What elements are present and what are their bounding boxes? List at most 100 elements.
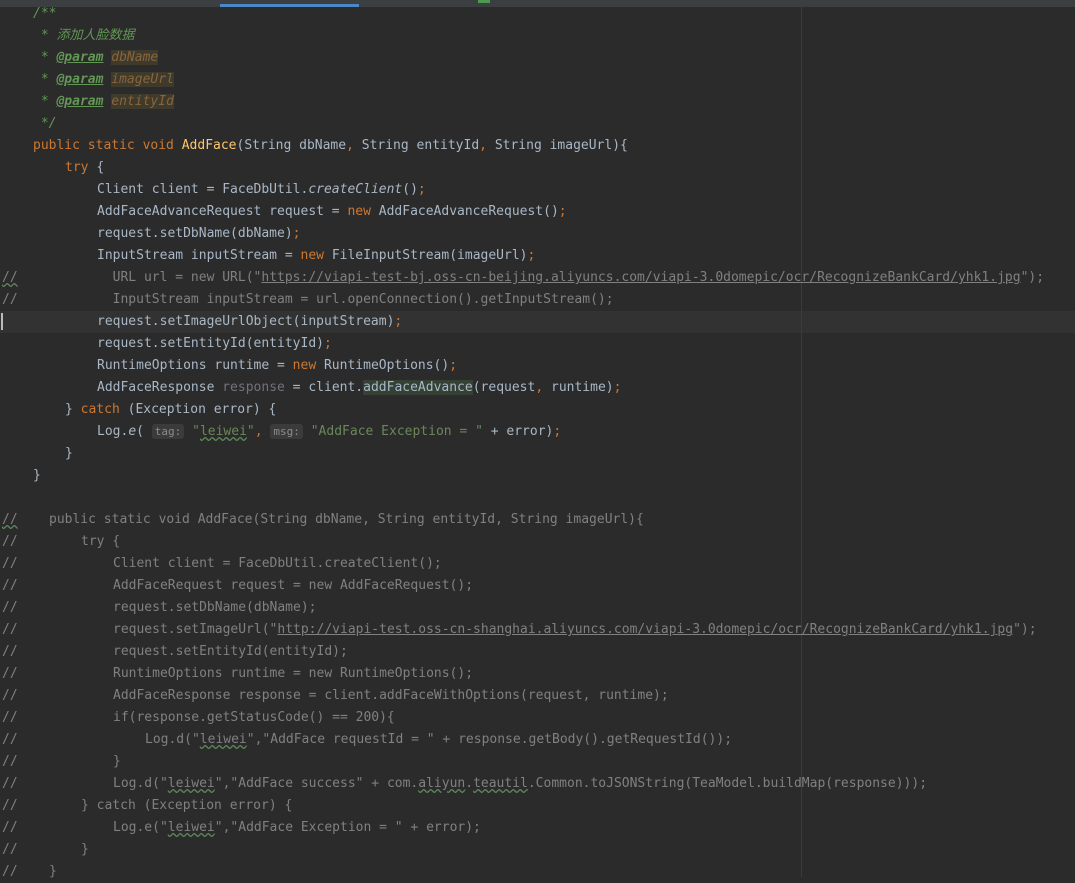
comment-text: try { — [81, 534, 121, 549]
keyword: catch — [80, 402, 128, 417]
code-text: Log. — [97, 424, 129, 439]
code-line[interactable]: * @param entityId — [0, 91, 1075, 113]
semicolon: ; — [417, 182, 426, 197]
comment-gutter: // — [2, 270, 18, 285]
doc-param-tag: @param — [56, 72, 104, 87]
comment-gutter: // — [2, 622, 18, 637]
code-line[interactable]: //} — [0, 861, 1075, 883]
semicolon: ; — [558, 204, 567, 219]
code-line[interactable]: // public static void AddFace(String dbNa… — [0, 509, 1075, 531]
code-line[interactable]: // Client client = FaceDbUtil.createClien… — [0, 553, 1075, 575]
code-line[interactable]: // Log.d("leiwei","AddFace success" + com… — [0, 773, 1075, 795]
code-line[interactable]: AddFaceResponse response = client.addFac… — [0, 377, 1075, 399]
code-line[interactable]: Log.e( tag: "leiwei", msg: "AddFace Exce… — [0, 421, 1075, 443]
highlighted-method: addFaceAdvance — [363, 380, 473, 395]
comment-link[interactable]: http://viapi-test.oss-cn-shanghai.aliyun… — [277, 622, 1013, 637]
code-line[interactable]: * @param dbName — [0, 47, 1075, 69]
code-text: String entityId — [361, 138, 480, 153]
method-name: AddFace — [181, 138, 237, 153]
code-line[interactable]: //} — [0, 751, 1075, 773]
comment-text: } — [81, 842, 89, 857]
comment-gutter: // — [2, 732, 18, 747]
code-text: (String dbName — [236, 138, 347, 153]
code-line[interactable]: * 添加人脸数据 — [0, 25, 1075, 47]
code-line[interactable]: request.setImageUrlObject(inputStream); — [0, 311, 1075, 333]
code-text: request.setDbName(dbName) — [97, 226, 293, 241]
code-line[interactable]: // request.setDbName(dbName); — [0, 597, 1075, 619]
comment-text: AddFaceResponse response = client.addFac… — [113, 688, 669, 703]
code-line[interactable]: // try { — [0, 531, 1075, 553]
code-line[interactable]: } catch (Exception error) { — [0, 399, 1075, 421]
code-line[interactable]: */ — [0, 113, 1075, 135]
code-editor[interactable]: /** * 添加人脸数据 * @param dbName * @param im… — [0, 3, 1075, 883]
code-line[interactable]: // Log.d("leiwei","AddFace requestId = " … — [0, 729, 1075, 751]
keyword: new — [347, 204, 379, 219]
code-line[interactable]: // URL url = new URL("https://viapi-test… — [0, 267, 1075, 289]
code-line[interactable]: * @param imageUrl — [0, 69, 1075, 91]
punctuation: , — [254, 424, 271, 439]
code-line[interactable]: //} — [0, 839, 1075, 861]
code-text: RuntimeOptions() — [323, 358, 450, 373]
comment-gutter: // — [2, 820, 18, 835]
doc-param-name: entityId — [111, 94, 174, 109]
code-line[interactable]: // request.setEntityId(entityId); — [0, 641, 1075, 663]
punctuation: , — [535, 380, 551, 395]
keyword: new — [300, 248, 332, 263]
code-line[interactable]: // AddFaceResponse response = client.addF… — [0, 685, 1075, 707]
code-line[interactable]: // RuntimeOptions runtime = new RuntimeOp… — [0, 663, 1075, 685]
code-text: = client. — [284, 380, 364, 395]
doc-param-name: imageUrl — [111, 72, 174, 87]
code-line[interactable]: InputStream inputStream = new FileInputS… — [0, 245, 1075, 267]
code-line[interactable]: AddFaceAdvanceRequest request = new AddF… — [0, 201, 1075, 223]
semicolon: ; — [613, 380, 622, 395]
code-text: AddFaceResponse — [97, 380, 223, 395]
comment-gutter: // — [2, 556, 18, 571]
static-method: createClient — [308, 182, 403, 197]
comment-text: ","AddFace requestId = " + response.getB… — [246, 732, 733, 747]
code-line[interactable]: // request.setImageUrl("http://viapi-test… — [0, 619, 1075, 641]
comment-gutter: // — [2, 512, 18, 527]
comment-gutter: // — [2, 710, 18, 725]
comment-gutter: // — [2, 534, 18, 549]
code-line[interactable]: request.setEntityId(entityId); — [0, 333, 1075, 355]
doc-comment: * — [33, 72, 57, 87]
unused-variable: response — [222, 380, 285, 395]
code-line[interactable]: // AddFaceRequest request = new AddFaceRe… — [0, 575, 1075, 597]
comment-text: } — [49, 864, 57, 879]
comment-text: leiwei — [167, 776, 215, 791]
comment-text: "); — [1020, 270, 1045, 285]
comment-text: RuntimeOptions runtime = new RuntimeOpti… — [113, 666, 474, 681]
code-line[interactable]: // Log.e("leiwei","AddFace Exception = " … — [0, 817, 1075, 839]
comment-gutter: // — [2, 798, 18, 813]
code-line[interactable]: // InputStream inputStream = url.openCon… — [0, 289, 1075, 311]
comment-link[interactable]: https://viapi-test-bj.oss-cn-beijing.ali… — [261, 270, 1020, 285]
doc-comment: */ — [33, 116, 57, 131]
comment-gutter: // — [2, 666, 18, 681]
code-line[interactable]: request.setDbName(dbName); — [0, 223, 1075, 245]
code-line[interactable]: public static void AddFace(String dbName… — [0, 135, 1075, 157]
code-text: request.setEntityId(entityId) — [97, 336, 324, 351]
comment-gutter: // — [2, 776, 18, 791]
code-line[interactable]: //} catch (Exception error) { — [0, 795, 1075, 817]
code-line[interactable]: try { — [0, 157, 1075, 179]
code-line[interactable]: Client client = FaceDbUtil.createClient(… — [0, 179, 1075, 201]
code-text: request.setImageUrlObject(inputStream) — [97, 314, 395, 329]
code-line[interactable]: RuntimeOptions runtime = new RuntimeOpti… — [0, 355, 1075, 377]
parameter-hint: tag: — [151, 424, 185, 439]
code-line[interactable]: // if(response.getStatusCode() == 200){ — [0, 707, 1075, 729]
comment-text: } — [113, 754, 121, 769]
code-line[interactable]: /** — [0, 3, 1075, 25]
code-line[interactable]: } — [0, 443, 1075, 465]
comment-text: . — [465, 776, 474, 791]
code-line[interactable]: } — [0, 465, 1075, 487]
comment-text: Log.e(" — [113, 820, 168, 835]
comment-text: leiwei — [167, 820, 215, 835]
comment-text: request.setEntityId(entityId); — [113, 644, 348, 659]
semicolon: ; — [553, 424, 562, 439]
comment-text: if(response.getStatusCode() == 200){ — [113, 710, 395, 725]
comment-text: public static void AddFace(String dbName… — [49, 512, 644, 527]
code-text: + error) — [482, 424, 554, 439]
code-line[interactable] — [0, 487, 1075, 509]
